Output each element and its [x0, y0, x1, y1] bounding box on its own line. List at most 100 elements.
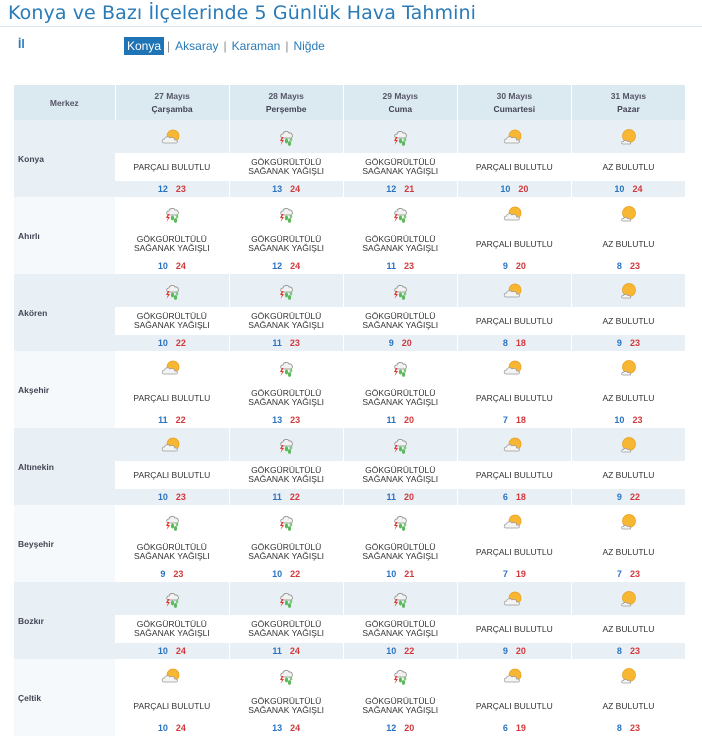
- temperature-cell: 10 22: [115, 335, 230, 351]
- forecast-description: PARÇALI BULUTLU: [457, 153, 572, 181]
- forecast-description: GÖKGÜRÜLTÜLÜ SAĞANAK YAĞIŞLI: [343, 615, 458, 643]
- forecast-icon-cell: [115, 120, 230, 153]
- forecast-icon-cell: [229, 197, 344, 230]
- temperature-cell: 10 21: [343, 566, 458, 582]
- forecast-description: GÖKGÜRÜLTÜLÜ SAĞANAK YAĞIŞLI: [343, 538, 458, 566]
- forecast-description: AZ BULUTLU: [571, 307, 687, 335]
- temperature-cell: 13 24: [229, 720, 344, 736]
- forecast-description: PARÇALI BULUTLU: [457, 461, 572, 489]
- max-temp: 23: [289, 338, 300, 348]
- min-temp: 10: [500, 184, 511, 194]
- city-icon-row: Akören: [14, 274, 687, 351]
- thunderstorm-icon: [388, 513, 412, 531]
- mostly-sunny-icon: [616, 590, 640, 607]
- max-temp: 20: [515, 261, 526, 271]
- tab-konya[interactable]: Konya: [124, 37, 165, 55]
- max-temp: 22: [629, 492, 640, 502]
- forecast-description: GÖKGÜRÜLTÜLÜ SAĞANAK YAĞIŞLI: [229, 230, 344, 258]
- city-temp-row: 10 24 11 24 10 22 9 20 8 23: [14, 643, 687, 659]
- min-temp: 8: [502, 338, 508, 348]
- forecast-description: GÖKGÜRÜLTÜLÜ SAĞANAK YAĞIŞLI: [343, 153, 458, 181]
- forecast-description: AZ BULUTLU: [571, 615, 687, 643]
- min-temp: 9: [502, 261, 508, 271]
- min-temp: 10: [386, 569, 397, 579]
- partly-cloudy-icon: [160, 359, 184, 376]
- forecast-description: PARÇALI BULUTLU: [115, 153, 230, 181]
- day-header: 30 Mayıs Cumartesi: [457, 85, 572, 120]
- temperature-cell: 11 23: [229, 335, 344, 351]
- max-temp: 23: [629, 723, 640, 733]
- temperature-cell: 6 18: [457, 489, 572, 505]
- temperature-cell: 11 20: [343, 412, 458, 428]
- condition-line-1: AZ BULUTLU: [602, 623, 655, 634]
- forecast-icon-cell: [457, 120, 572, 153]
- condition-line-2: SAĞANAK YAĞIŞLI: [248, 166, 325, 176]
- forecast-description: GÖKGÜRÜLTÜLÜ SAĞANAK YAĞIŞLI: [343, 384, 458, 412]
- max-temp: 24: [175, 646, 186, 656]
- min-temp: 9: [616, 338, 622, 348]
- temperature-cell: 8 23: [571, 258, 687, 274]
- thunderstorm-icon: [274, 590, 298, 608]
- condition-line-1: PARÇALI BULUTLU: [133, 392, 211, 403]
- condition-line-1: PARÇALI BULUTLU: [475, 392, 553, 403]
- condition-line-2: SAĞANAK YAĞIŞLI: [133, 551, 210, 561]
- forecast-description: GÖKGÜRÜLTÜLÜ SAĞANAK YAĞIŞLI: [343, 230, 458, 258]
- city-name: Çeltik: [14, 659, 116, 736]
- min-temp: 11: [272, 646, 282, 656]
- title-divider: [0, 26, 702, 27]
- condition-line-2: SAĞANAK YAĞIŞLI: [133, 243, 210, 253]
- forecast-description: PARÇALI BULUTLU: [457, 384, 572, 412]
- thunderstorm-icon: [388, 359, 412, 377]
- forecast-description: GÖKGÜRÜLTÜLÜ SAĞANAK YAĞIŞLI: [343, 692, 458, 720]
- min-temp: 10: [157, 261, 168, 271]
- condition-line-1: PARÇALI BULUTLU: [475, 700, 553, 711]
- thunderstorm-icon: [388, 667, 412, 685]
- min-temp: 13: [272, 723, 283, 733]
- forecast-description: GÖKGÜRÜLTÜLÜ SAĞANAK YAĞIŞLI: [115, 538, 230, 566]
- min-temp: 7: [502, 415, 508, 425]
- forecast-icon-cell: [229, 120, 344, 153]
- thunderstorm-icon: [388, 128, 412, 146]
- min-temp: 12: [157, 184, 168, 194]
- partly-cloudy-icon: [502, 590, 526, 607]
- max-temp: 23: [629, 338, 640, 348]
- city-temp-row: 12 23 13 24 12 21 10 20 10 24: [14, 181, 687, 197]
- tab-karaman[interactable]: Karaman: [230, 38, 283, 54]
- forecast-icon-cell: [229, 659, 344, 692]
- max-temp: 18: [515, 492, 526, 502]
- partly-cloudy-icon: [502, 282, 526, 299]
- temperature-cell: 8 23: [571, 720, 687, 736]
- condition-line-1: AZ BULUTLU: [602, 315, 655, 326]
- city-temp-row: 10 22 11 23 9 20 8 18 9 23: [14, 335, 687, 351]
- max-temp: 22: [290, 569, 301, 579]
- min-temp: 12: [272, 261, 283, 271]
- tab-aksaray[interactable]: Aksaray: [173, 38, 220, 54]
- forecast-icon-cell: [571, 505, 687, 538]
- forecast-description: GÖKGÜRÜLTÜLÜ SAĞANAK YAĞIŞLI: [115, 615, 230, 643]
- il-label: İl: [18, 37, 25, 51]
- max-temp: 22: [404, 646, 415, 656]
- condition-line-1: PARÇALI BULUTLU: [475, 623, 553, 634]
- forecast-icon-cell: [229, 428, 344, 461]
- min-temp: 12: [386, 184, 397, 194]
- forecast-icon-cell: [571, 428, 687, 461]
- max-temp: 24: [632, 184, 643, 194]
- tab-separator: |: [285, 39, 289, 53]
- city-temp-row: 10 24 13 24 12 20 6 19 8 23: [14, 720, 687, 736]
- max-temp: 19: [515, 723, 526, 733]
- min-temp: 11: [272, 338, 282, 348]
- max-temp: 23: [290, 415, 301, 425]
- min-temp: 9: [160, 569, 166, 579]
- thunderstorm-icon: [274, 282, 298, 300]
- temperature-cell: 10 24: [115, 258, 230, 274]
- condition-line-2: SAĞANAK YAĞIŞLI: [248, 397, 325, 407]
- forecast-header-row: Merkez 27 Mayıs Çarşamba 28 Mayıs Perşembe 2…: [14, 85, 687, 120]
- condition-line-1: PARÇALI BULUTLU: [475, 315, 553, 326]
- tab-nide[interactable]: Niğde: [291, 38, 326, 54]
- forecast-description: PARÇALI BULUTLU: [457, 230, 572, 258]
- city-name: Altınekin: [14, 428, 116, 505]
- max-temp: 21: [404, 569, 415, 579]
- temperature-cell: 9 23: [115, 566, 230, 582]
- thunderstorm-icon: [274, 359, 298, 377]
- max-temp: 20: [404, 415, 415, 425]
